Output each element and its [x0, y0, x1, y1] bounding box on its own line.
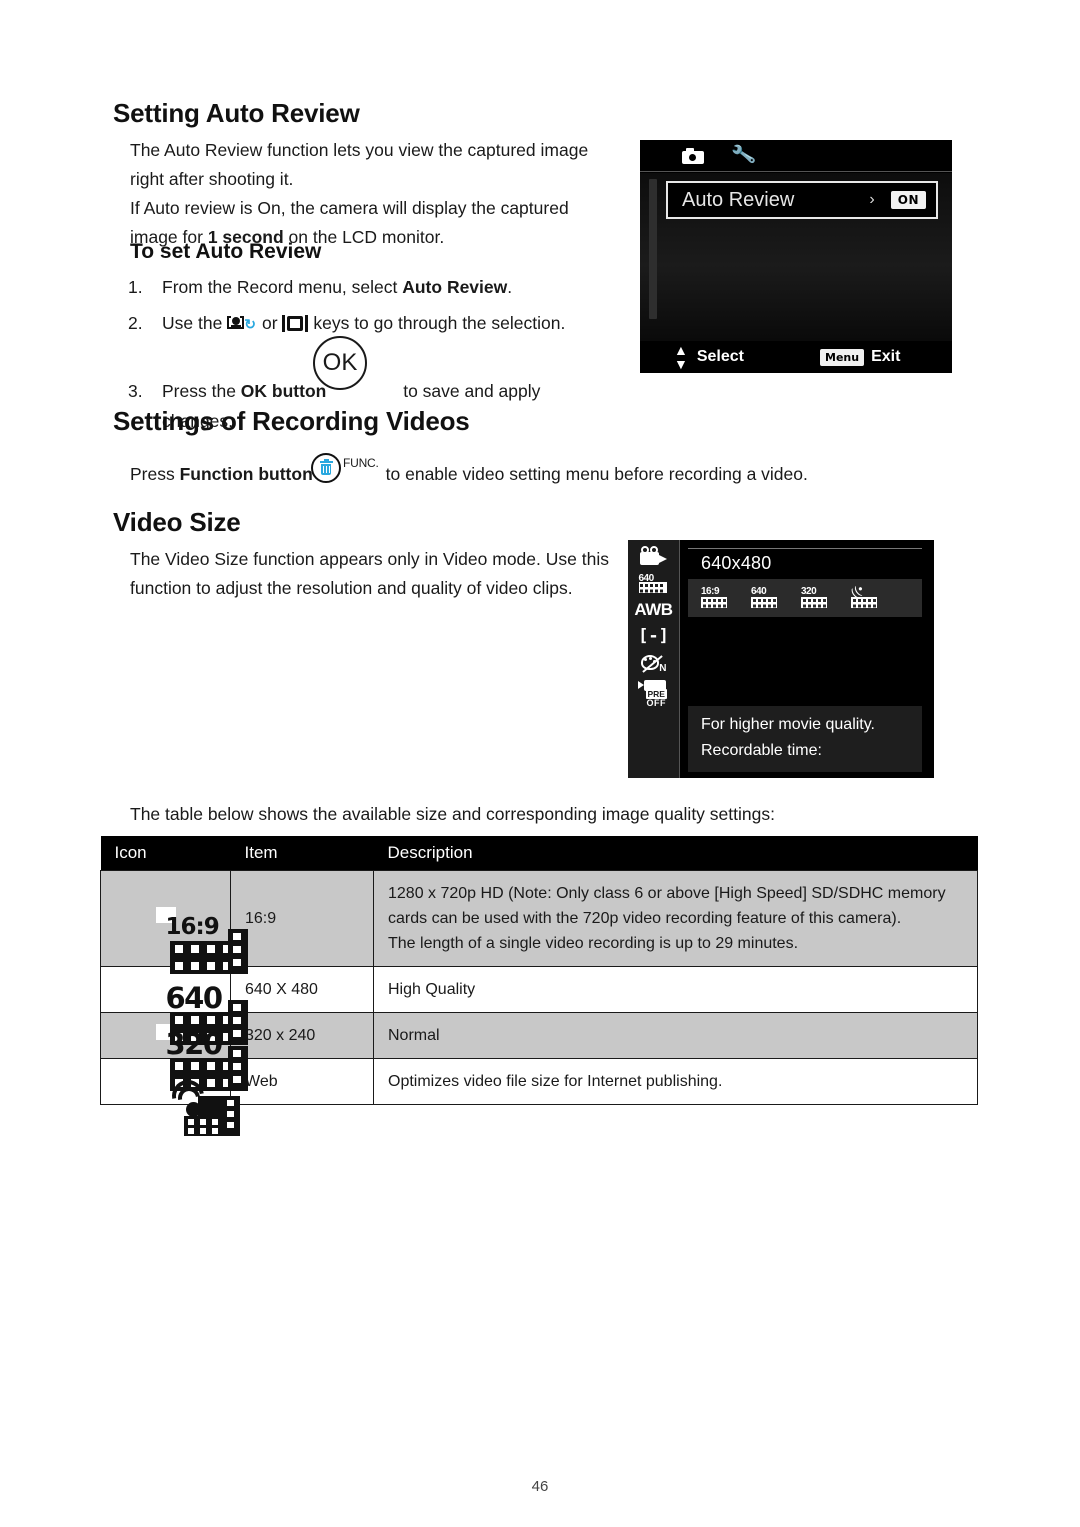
self-timer-key-icon: ↻	[227, 315, 257, 332]
table-cell-item: Web	[230, 1058, 374, 1105]
wrench-icon[interactable]: 🔧	[730, 142, 757, 167]
video-size-16-9-icon: 16:9	[155, 907, 248, 974]
page-title-setting-auto-review: Setting Auto Review	[113, 98, 360, 128]
lcd-footer-hints: ▲ ▼ Select Menu Exit	[640, 341, 952, 373]
step-3-bold: OK button	[240, 381, 327, 401]
heading-video-size: Video Size	[113, 507, 241, 537]
step-1-number: 1.	[128, 277, 143, 297]
table-header-icon: Icon	[100, 836, 231, 871]
desc-line-2: Recordable time:	[701, 742, 822, 759]
chevron-right-icon: ›	[869, 191, 875, 208]
menu-row-auto-review[interactable]: Auto Review › ON	[666, 181, 938, 219]
lcd-menu-body: Auto Review › ON	[640, 173, 952, 341]
camera-icon[interactable]	[682, 147, 704, 164]
lcd-video-size-main: 640x480 16:9 640 320 ((• For higher movi…	[684, 540, 934, 778]
desc-line: Normal	[388, 1027, 440, 1044]
desc-line: cards can be used with the 720p video re…	[388, 910, 902, 927]
step-1-text-a: From the Record menu, select	[162, 277, 403, 297]
page-number: 46	[531, 1478, 549, 1495]
video-size-640-icon: 640	[638, 573, 669, 593]
footer-exit-hint: Menu Exit	[820, 348, 900, 366]
subheading-to-set-auto-review: To set Auto Review	[130, 240, 322, 263]
desc-line: The length of a single video recording i…	[388, 935, 799, 952]
intro-line-3: If Auto review is On, the camera will di…	[130, 198, 569, 218]
step-2-text-b: or	[257, 313, 283, 333]
video-size-paragraph: The Video Size function appears only in …	[130, 545, 610, 603]
function-button-illustration[interactable]	[311, 453, 341, 483]
pre-record-off-icon: PRE OFF	[637, 680, 670, 708]
recording-text-a: Press	[130, 464, 180, 484]
heading-settings-of-recording-videos: Settings of Recording Videos	[113, 406, 470, 436]
table-header-row: Icon Item Description	[100, 836, 978, 871]
recording-bold: Function button	[179, 464, 313, 484]
desc-line-1: For higher movie quality.	[701, 716, 875, 733]
display-key-icon	[282, 315, 309, 332]
video-size-description: For higher movie quality. Recordable tim…	[688, 706, 922, 772]
video-size-table: Icon Item Description 16:9 16:9 1280 x 7…	[100, 836, 978, 1136]
table-header-item: Item	[230, 836, 374, 871]
video-size-line-1: The Video Size function appears only in …	[130, 549, 609, 569]
menu-badge: Menu	[820, 348, 865, 366]
color-mode-normal-icon: N	[640, 653, 667, 674]
option-web-icon[interactable]: ((•	[848, 582, 881, 610]
step-2-text-c: keys to go through the selection.	[308, 313, 566, 333]
table-cell-description: High Quality	[373, 966, 978, 1013]
intro-line-1: The Auto Review function lets you view t…	[130, 140, 589, 160]
step-1-bold: Auto Review	[402, 277, 508, 297]
lcd-side-status-bar: 640 AWB [-] N PRE OFF	[628, 540, 680, 778]
auto-review-intro-paragraph: The Auto Review function lets you view t…	[130, 136, 600, 252]
lcd-screenshot-auto-review: 🔧 Auto Review › ON ▲ ▼ Select Menu Exit	[640, 140, 952, 373]
table-cell-description: Normal	[373, 1012, 978, 1059]
trash-icon	[319, 458, 333, 476]
menu-row-label: Auto Review	[682, 188, 795, 211]
lcd-tab-bar: 🔧	[640, 140, 952, 172]
table-cell-icon: 16:9	[100, 870, 248, 974]
table-row: 16:9 16:9 1280 x 720p HD (Note: Only cla…	[100, 870, 978, 974]
ok-button-illustration[interactable]: OK	[313, 336, 367, 390]
table-cell-description: Optimizes video file size for Internet p…	[373, 1058, 978, 1105]
step-2-number: 2.	[128, 313, 143, 333]
footer-exit-label: Exit	[871, 348, 901, 365]
footer-select-label: Select	[696, 348, 744, 365]
table-cell-item: 16:9	[230, 870, 374, 967]
option-320-icon[interactable]: 320	[801, 586, 831, 610]
video-size-current-value: 640x480	[688, 548, 922, 578]
step-1-text-b: .	[507, 277, 513, 297]
ok-button-label: OK	[322, 349, 358, 376]
video-size-option-row: 16:9 640 320 ((•	[688, 579, 922, 617]
option-640-icon[interactable]: 640	[751, 586, 781, 610]
desc-line: High Quality	[388, 981, 476, 998]
table-cell-item: 320 x 240	[230, 1012, 374, 1059]
video-camera-icon	[639, 546, 668, 566]
table-cell-item: 640 X 480	[230, 966, 374, 1013]
scrollbar[interactable]	[649, 179, 657, 319]
white-balance-icon: AWB	[634, 600, 673, 619]
step-3-number: 3.	[128, 381, 143, 401]
table-header-description: Description	[373, 836, 978, 871]
focus-area-icon: [-]	[638, 626, 669, 646]
step-item-2: 2. Use the ↻ or keys to go through the s…	[126, 308, 606, 338]
option-16-9-icon[interactable]: 16:9	[701, 586, 731, 610]
step-3-text-a: Press the	[162, 381, 241, 401]
recording-videos-paragraph: Press Function button to enable video se…	[130, 459, 830, 489]
step-item-1: 1. From the Record menu, select Auto Rev…	[126, 272, 606, 302]
intro-line-2: right after shooting it.	[130, 169, 294, 189]
video-size-640-icon: 640	[155, 978, 248, 1045]
desc-line: Optimizes video file size for Internet p…	[388, 1073, 723, 1090]
table-intro-text: The table below shows the available size…	[130, 804, 775, 824]
step-2-text-a: Use the	[162, 313, 228, 333]
func-button-label: FUNC.	[343, 456, 379, 470]
desc-line: 1280 x 720p HD (Note: Only class 6 or ab…	[388, 885, 946, 902]
auto-review-value-badge[interactable]: ON	[890, 191, 926, 209]
recording-text-b: to enable video setting menu before reco…	[385, 464, 808, 484]
video-size-line-2: function to adjust the resolution and qu…	[130, 578, 573, 598]
table-cell-description: 1280 x 720p HD (Note: Only class 6 or ab…	[373, 870, 978, 967]
lcd-screenshot-video-size: 640 AWB [-] N PRE OFF 640x480 16:9 640 3…	[628, 540, 934, 778]
up-down-arrows-icon: ▲ ▼	[674, 342, 688, 372]
footer-select-hint: ▲ ▼ Select	[674, 343, 744, 371]
video-size-320-icon: 320	[155, 1024, 248, 1091]
